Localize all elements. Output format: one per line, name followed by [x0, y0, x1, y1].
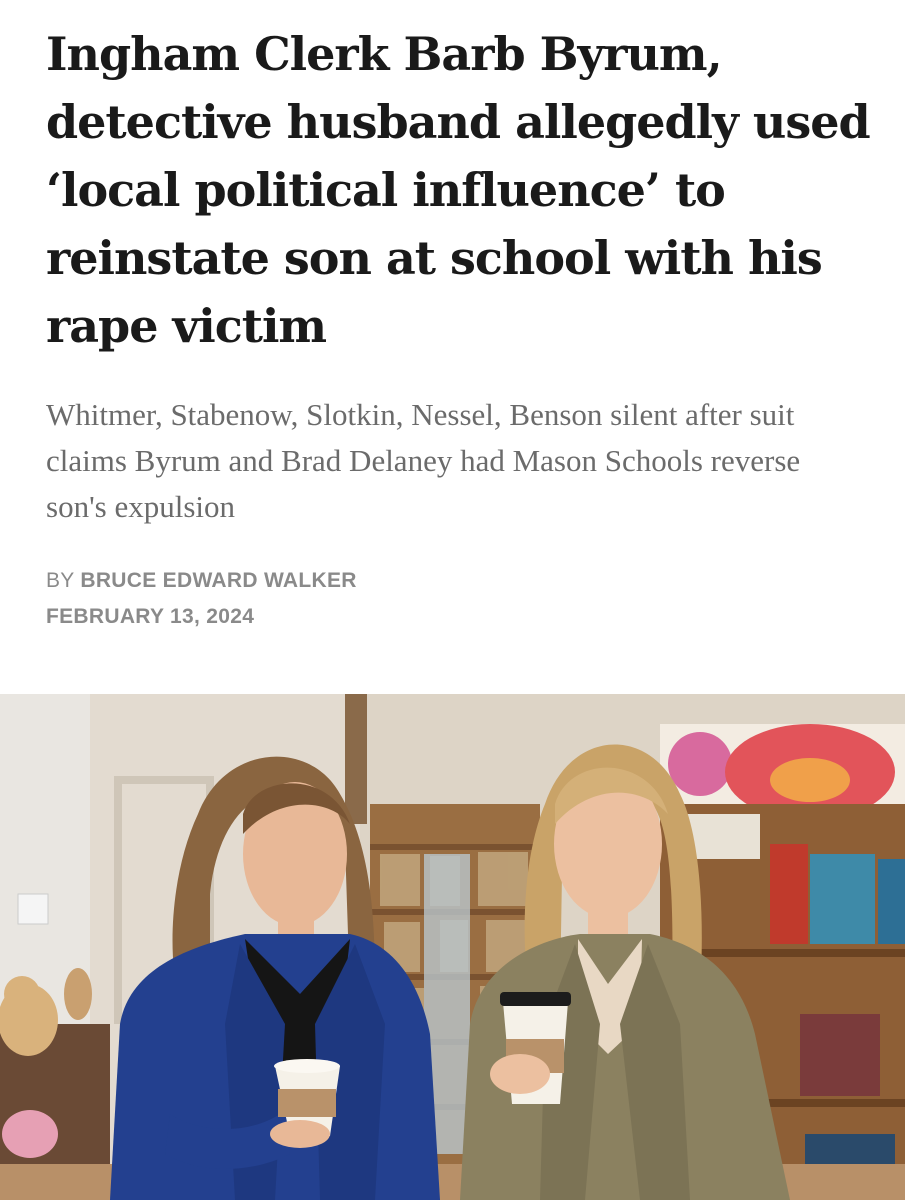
publish-date: FEBRUARY 13, 2024	[46, 605, 255, 628]
byline: BY BRUCE EDWARD WALKER	[46, 566, 357, 596]
article-photo	[0, 694, 905, 1200]
article-headline: Ingham Clerk Barb Byrum, detective husba…	[46, 27, 871, 353]
article-subheadline: Whitmer, Stabenow, Slotkin, Nessel, Bens…	[46, 397, 801, 524]
byline-prefix: BY	[46, 569, 81, 592]
author-link[interactable]: BRUCE EDWARD WALKER	[80, 569, 356, 592]
